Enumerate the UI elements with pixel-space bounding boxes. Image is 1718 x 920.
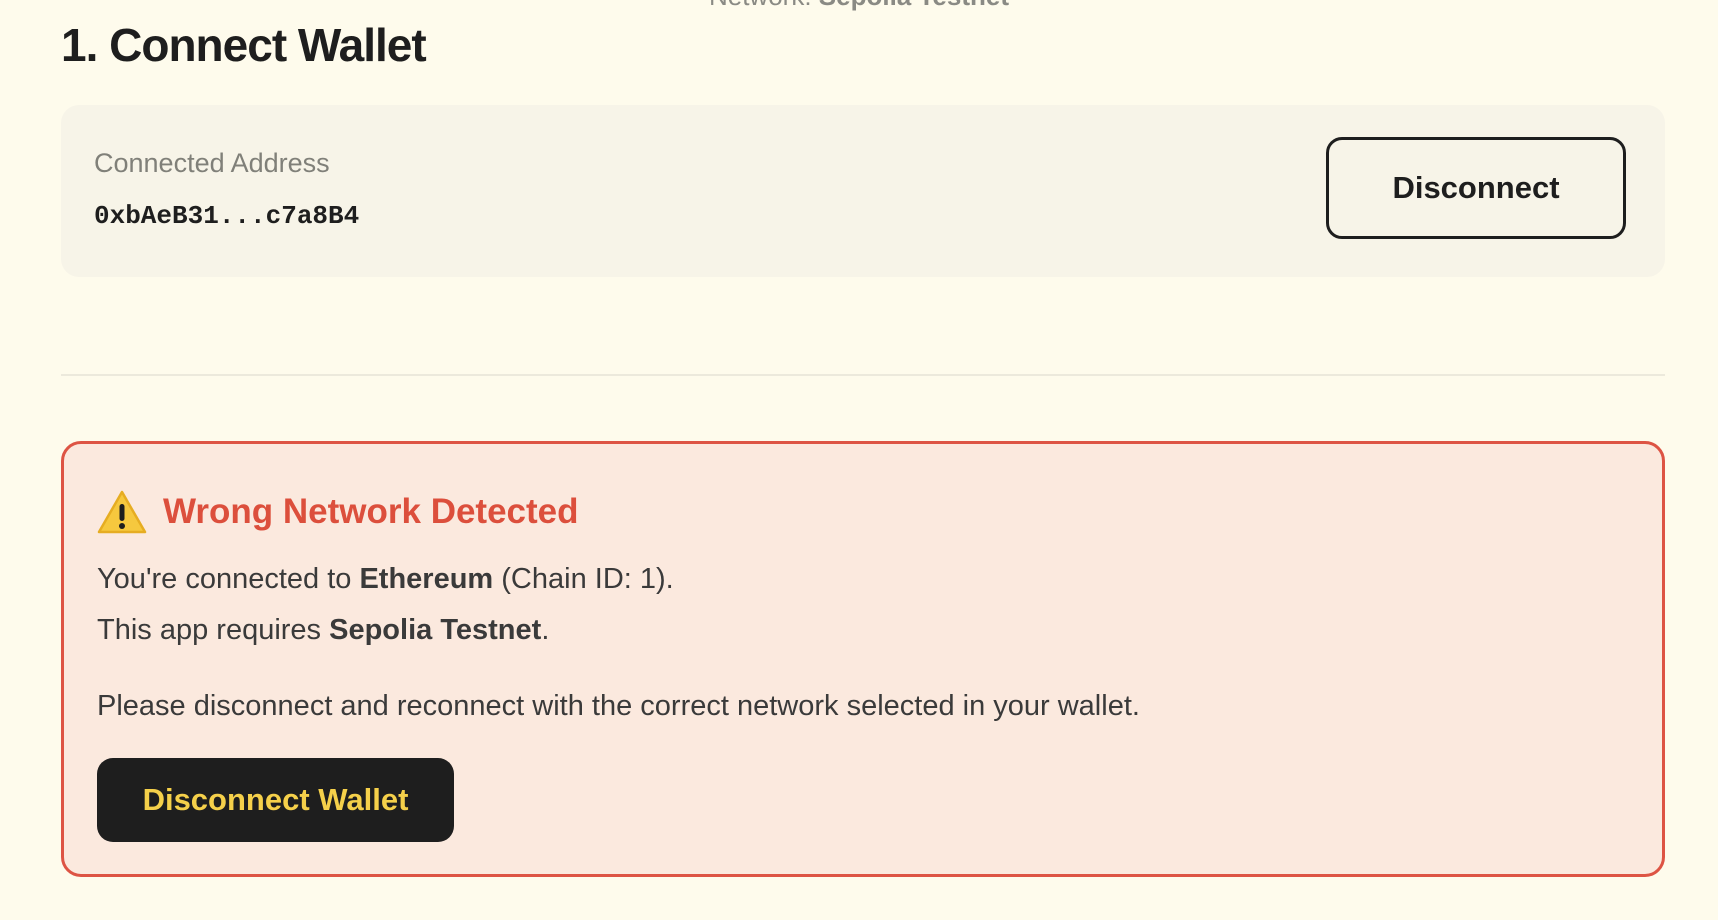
connected-address-card: Connected Address 0xbAeB31...c7a8B4 Disc…	[61, 105, 1665, 277]
connected-address-label: Connected Address	[94, 148, 330, 178]
disconnect-button[interactable]: Disconnect	[1326, 137, 1626, 239]
required-network-message: This app requires Sepolia Testnet.	[97, 614, 549, 647]
reconnect-instruction: Please disconnect and reconnect with the…	[97, 690, 1140, 722]
network-label: Network:	[709, 0, 812, 11]
alert-title: Wrong Network Detected	[163, 492, 579, 531]
wrong-network-alert: Wrong Network Detected You're connected …	[61, 441, 1665, 877]
section-divider	[61, 374, 1665, 376]
required-network-suffix: .	[541, 614, 550, 646]
required-network-prefix: This app requires	[97, 614, 330, 646]
disconnect-wallet-button[interactable]: Disconnect Wallet	[97, 758, 454, 842]
warning-icon	[97, 489, 147, 535]
required-network-name: Sepolia Testnet	[329, 614, 542, 646]
connected-address-value: 0xbAeB31...c7a8B4	[94, 201, 360, 231]
current-network-suffix: (Chain ID: 1).	[493, 563, 674, 595]
network-indicator: Network: Sepolia Testnet	[0, 0, 1718, 12]
alert-header: Wrong Network Detected	[97, 488, 579, 536]
page-title: 1. Connect Wallet	[61, 19, 427, 71]
current-network-prefix: You're connected to	[97, 563, 360, 595]
current-network-name: Ethereum	[359, 563, 494, 595]
current-network-message: You're connected to Ethereum (Chain ID: …	[97, 563, 674, 596]
network-name: Sepolia Testnet	[819, 0, 1009, 11]
